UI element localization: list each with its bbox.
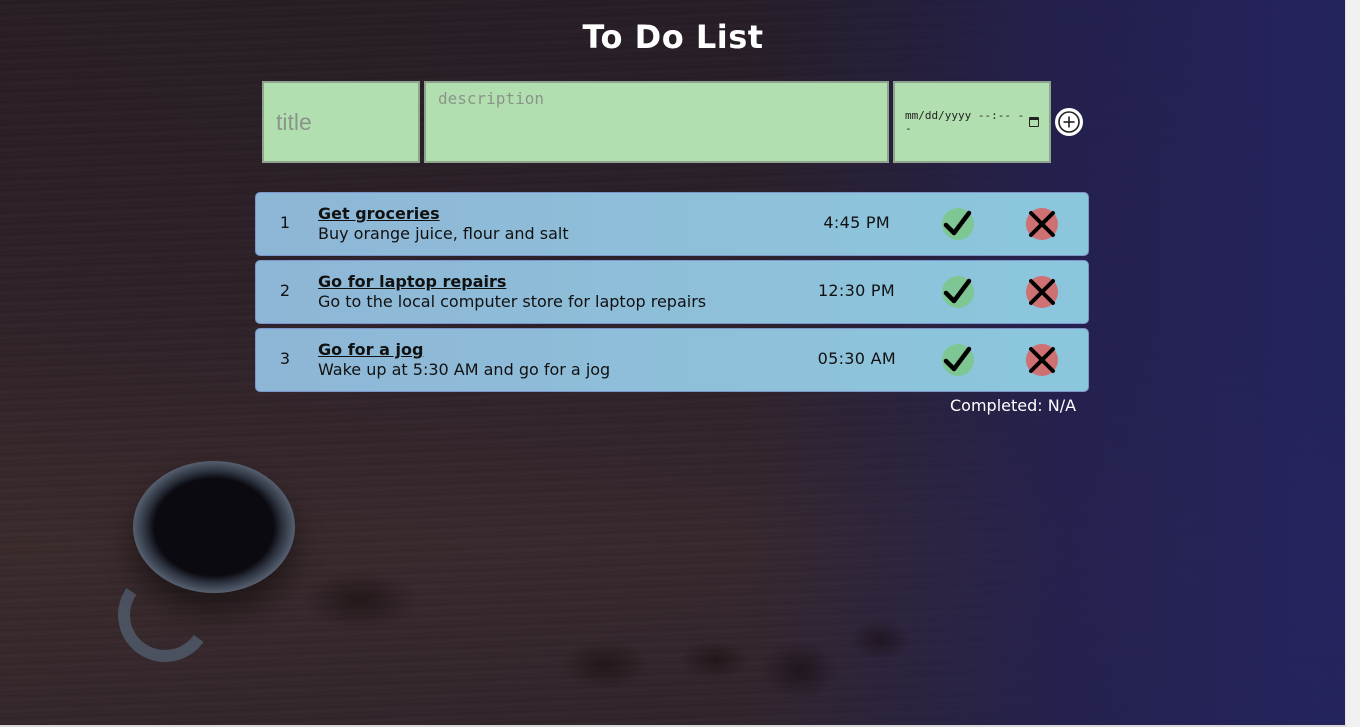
completed-status: Completed: N/A: [950, 396, 1077, 415]
todo-number: 1: [279, 213, 291, 232]
checkmark-icon: [943, 278, 972, 304]
todo-title[interactable]: Go for laptop repairs: [318, 272, 506, 291]
wood-knot: [850, 620, 910, 660]
todo-item: 2 Go for laptop repairs Go to the local …: [255, 260, 1089, 324]
vertical-scrollbar[interactable]: [1345, 0, 1360, 727]
complete-button[interactable]: [942, 344, 974, 376]
title-input[interactable]: [262, 81, 420, 163]
todo-title[interactable]: Go for a jog: [318, 340, 423, 359]
todo-time: 12:30 PM: [817, 281, 895, 300]
checkmark-icon: [943, 210, 972, 236]
coffee-mug-image: [133, 461, 295, 593]
x-mark-icon: [1029, 347, 1055, 373]
delete-button[interactable]: [1026, 344, 1058, 376]
todo-description: Buy orange juice, flour and salt: [318, 224, 569, 243]
todo-title[interactable]: Get groceries: [318, 204, 440, 223]
todo-description: Go to the local computer store for lapto…: [318, 292, 707, 311]
delete-button[interactable]: [1026, 276, 1058, 308]
page-title: To Do List: [582, 18, 764, 56]
wood-knot: [680, 640, 750, 680]
todo-number: 2: [279, 281, 291, 300]
plus-circle-icon: [1058, 111, 1080, 133]
checkmark-icon: [943, 346, 972, 372]
complete-button[interactable]: [942, 208, 974, 240]
complete-button[interactable]: [942, 276, 974, 308]
add-todo-button[interactable]: [1055, 108, 1083, 136]
todo-time: 4:45 PM: [823, 213, 890, 232]
todo-item: 3 Go for a jog Wake up at 5:30 AM and go…: [255, 328, 1089, 392]
date-time-input[interactable]: mm/dd/yyyy --:-- --: [893, 81, 1051, 163]
todo-description: Wake up at 5:30 AM and go for a jog: [318, 360, 611, 379]
wood-knot: [760, 640, 840, 700]
todo-time: 05:30 AM: [817, 349, 896, 368]
x-mark-icon: [1029, 279, 1055, 305]
date-time-placeholder: mm/dd/yyyy --:-- --: [905, 109, 1025, 135]
wood-knot: [560, 640, 650, 690]
todo-list: 1 Get groceries Buy orange juice, flour …: [255, 192, 1089, 396]
delete-button[interactable]: [1026, 208, 1058, 240]
todo-number: 3: [279, 349, 291, 368]
calendar-icon[interactable]: [1029, 117, 1039, 127]
wood-knot: [300, 570, 420, 630]
page-background: To Do List mm/dd/yyyy --:-- -- 1 Get gro…: [0, 0, 1360, 727]
todo-item: 1 Get groceries Buy orange juice, flour …: [255, 192, 1089, 256]
x-mark-icon: [1029, 211, 1055, 237]
description-input[interactable]: [424, 81, 889, 163]
